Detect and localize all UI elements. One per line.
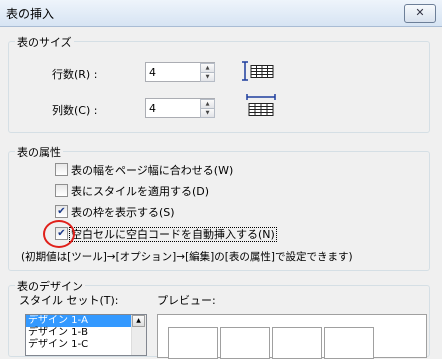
table-rows-icon [242,61,274,81]
style-preview [157,314,427,359]
fit-page-width-check[interactable] [55,163,68,176]
auto-insert-blank-label: 空白セルに空白コードを自動挿入する(N) [69,226,277,242]
show-border-label: 表の枠を表示する(S) [71,206,175,219]
style-list-scrollbar[interactable]: ▲ [131,315,146,355]
close-icon: ✕ [415,6,425,19]
preview-label: プレビュー: [157,294,216,307]
list-item[interactable]: デザイン 1-C [26,339,146,351]
table-attributes-group-label: 表の属性 [15,144,63,160]
rows-input[interactable] [146,63,200,81]
table-attributes-group: 表の属性 表の幅をページ幅に合わせる(W) 表にスタイルを適用する(D) ✔ 表… [8,144,430,271]
table-size-group: 表のサイズ 行数(R) : ▲ ▼ 列数(C) : ▲ [8,34,430,133]
table-size-group-label: 表のサイズ [15,34,74,50]
title-bar: 表の挿入 ✕ [0,0,442,27]
apply-style-check[interactable] [55,184,68,197]
apply-style-label: 表にスタイルを適用する(D) [71,185,210,198]
cols-spin-buttons: ▲ ▼ [200,99,215,118]
preview-cell [272,327,322,359]
cols-decrement-button[interactable]: ▼ [200,108,215,118]
highlight-circle [43,220,75,248]
scroll-up-button[interactable]: ▲ [132,315,145,327]
cols-spinner[interactable]: ▲ ▼ [145,98,215,118]
auto-insert-blank-label-text: 空白セルに空白コードを自動挿入する(N) [69,227,277,242]
defaults-note: (初期値は[ツール]→[オプション]→[編集]の[表の属性]で設定できます) [21,251,353,263]
rows-decrement-button[interactable]: ▼ [200,72,215,82]
table-columns-icon [246,94,276,116]
dialog-body: 表のサイズ 行数(R) : ▲ ▼ 列数(C) : ▲ [0,27,442,359]
cols-input[interactable] [146,99,200,117]
close-button[interactable]: ✕ [404,4,436,23]
cols-label: 列数(C) : [52,104,98,117]
preview-cell [220,327,270,359]
dialog-title: 表の挿入 [6,7,55,21]
table-design-group: 表のデザイン スタイル セット(T): プレビュー: デザイン 1-A デザイン… [8,278,430,359]
preview-cell [324,327,374,359]
rows-spin-buttons: ▲ ▼ [200,63,215,82]
list-item[interactable]: デザイン 1-A [26,315,146,327]
style-set-label: スタイル セット(T): [19,294,119,307]
rows-spinner[interactable]: ▲ ▼ [145,62,215,82]
fit-page-width-label: 表の幅をページ幅に合わせる(W) [71,164,234,177]
show-border-check[interactable]: ✔ [55,205,68,218]
list-item[interactable]: デザイン 1-B [26,327,146,339]
preview-cell [168,327,218,359]
rows-label: 行数(R) : [52,68,98,81]
style-set-list[interactable]: デザイン 1-A デザイン 1-B デザイン 1-C ▲ [25,314,147,356]
